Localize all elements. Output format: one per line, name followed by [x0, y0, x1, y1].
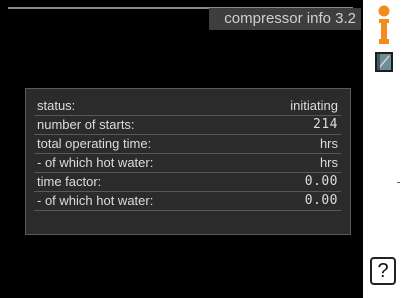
info-icon[interactable] — [376, 5, 392, 45]
row-label: - of which hot water: — [37, 193, 154, 208]
page-title: compressor info 3.2 — [224, 10, 356, 27]
table-row: total operating time: hrs — [34, 135, 341, 154]
table-row: status: initiating — [34, 97, 341, 116]
table-row: - of which hot water: 0.00 — [34, 192, 341, 211]
table-row: number of starts: 214 — [34, 116, 341, 135]
row-value: 0.00 — [304, 174, 338, 189]
display-screen: compressor info 3.2 status: initiating n… — [0, 0, 363, 298]
row-label: - of which hot water: — [37, 155, 154, 170]
title-tab: compressor info 3.2 — [209, 8, 361, 30]
help-button[interactable]: ? — [370, 257, 396, 285]
row-value: 0.00 — [304, 193, 338, 208]
question-mark-icon: ? — [377, 260, 389, 282]
row-label: status: — [37, 98, 76, 113]
row-label: total operating time: — [37, 136, 152, 151]
table-row: - of which hot water: hrs — [34, 154, 341, 173]
row-value: initiating — [290, 98, 338, 113]
row-label: time factor: — [37, 174, 102, 189]
row-value: hrs — [319, 155, 338, 170]
row-value: hrs — [319, 136, 338, 151]
sidebar: ? — [363, 0, 403, 298]
book-icon[interactable] — [374, 51, 394, 73]
info-table: status: initiating number of starts: 214… — [34, 97, 341, 211]
table-row: time factor: 0.00 — [34, 173, 341, 192]
edge-marker — [397, 182, 400, 183]
row-value: 214 — [313, 117, 338, 132]
row-label: number of starts: — [37, 117, 135, 132]
info-panel: status: initiating number of starts: 214… — [25, 88, 351, 235]
